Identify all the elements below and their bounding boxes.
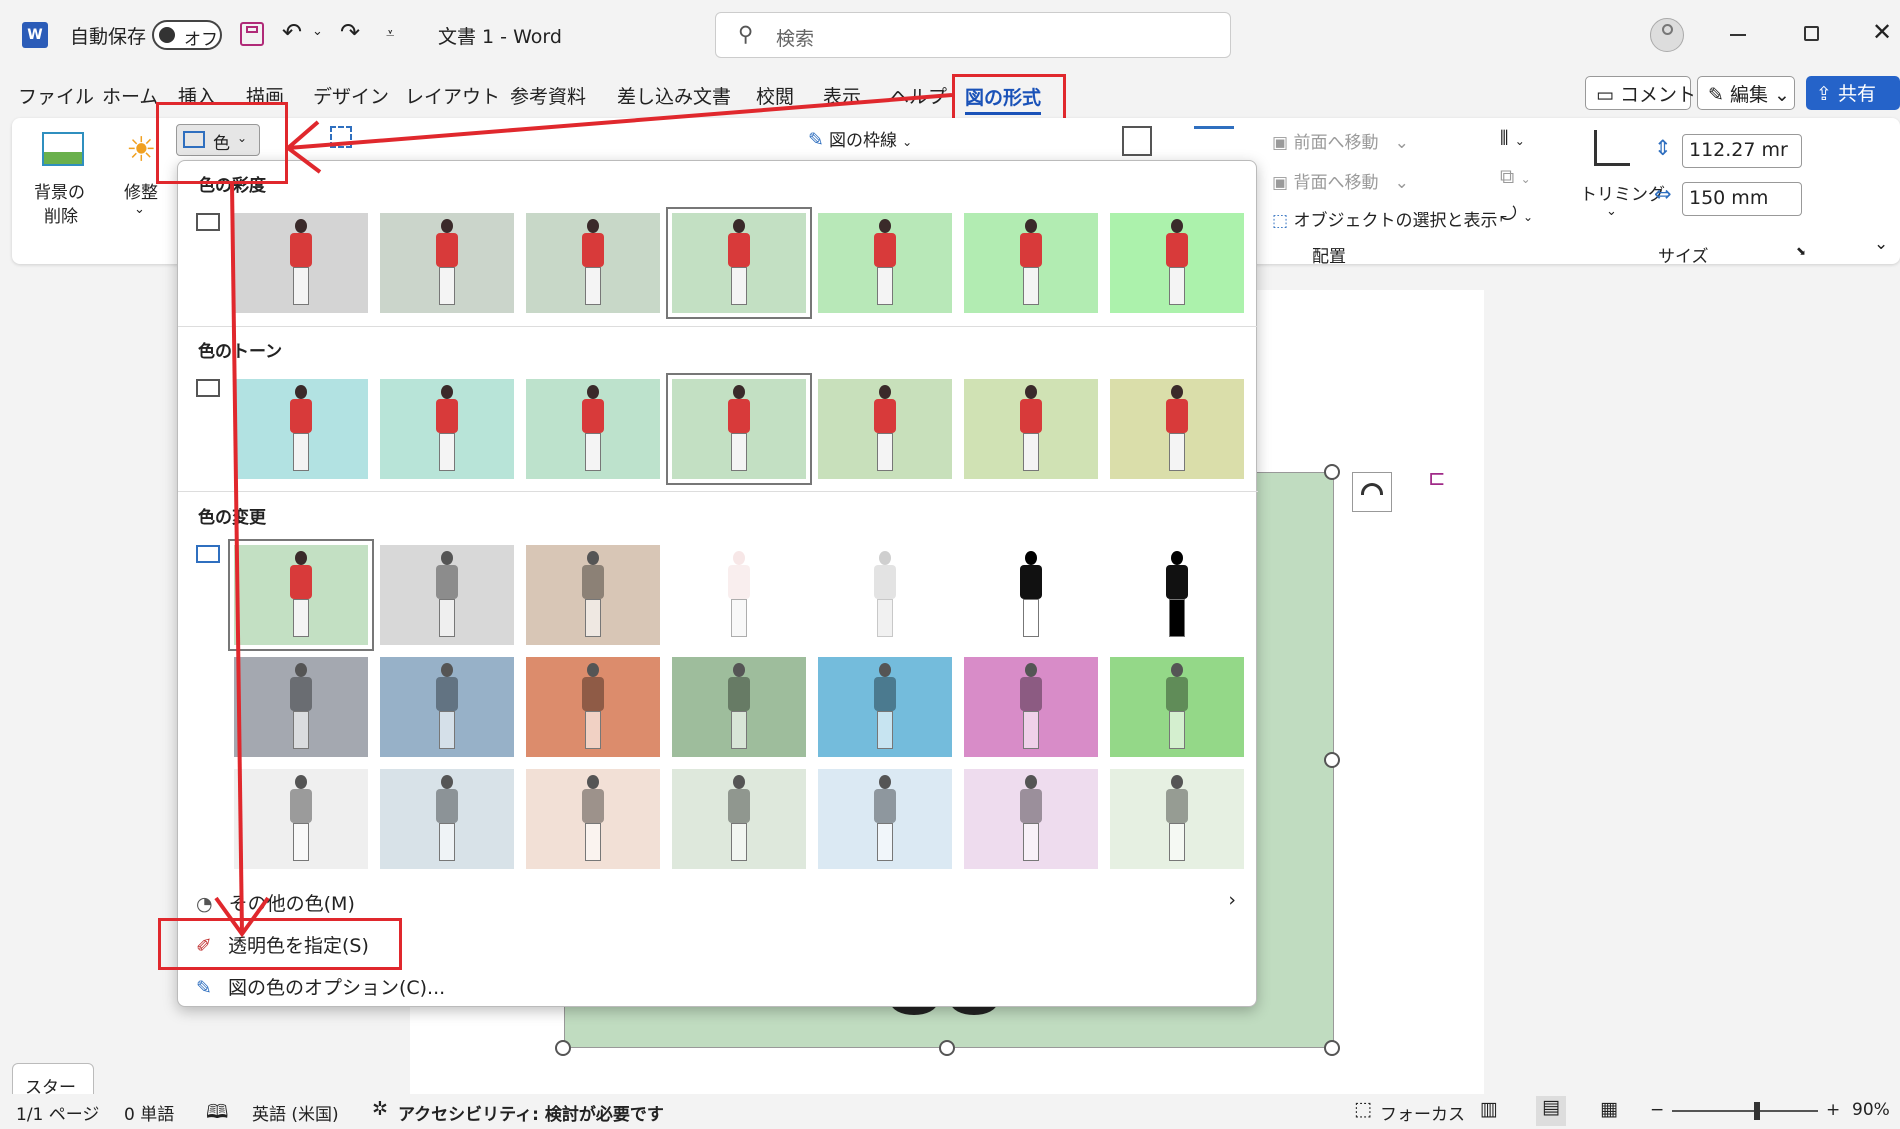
read-mode-icon[interactable]: ▥ xyxy=(1480,1098,1498,1120)
status-bar: 1/1 ページ 0 単語 🕮 英語 (米国) ✲ アクセシビリティ: 検討が必要… xyxy=(0,1094,1900,1129)
print-layout-icon[interactable]: ▤ xyxy=(1536,1096,1566,1126)
annotation-arrow-line xyxy=(287,93,953,150)
word-count[interactable]: 0 単語 xyxy=(124,1100,174,1125)
word-window: W 自動保存 オフ ↶ ⌄ ↷ ⩡ 文書 1 - Word ⚲ 検索 ✕ ファイ… xyxy=(0,0,1900,1129)
page-count[interactable]: 1/1 ページ xyxy=(16,1100,99,1125)
focus-icon: ⬚ xyxy=(1354,1098,1372,1120)
annotation-arrow-line xyxy=(230,183,244,935)
zoom-level[interactable]: 90% xyxy=(1852,1100,1890,1120)
focus-button[interactable]: フォーカス xyxy=(1380,1100,1465,1125)
zoom-slider-thumb[interactable] xyxy=(1753,1102,1760,1120)
zoom-out-icon[interactable]: − xyxy=(1650,1100,1664,1120)
zoom-in-icon[interactable]: + xyxy=(1826,1100,1840,1120)
language[interactable]: 英語 (米国) xyxy=(252,1100,339,1125)
annotation-arrows xyxy=(214,93,953,938)
accessibility-status[interactable]: アクセシビリティ: 検討が必要です xyxy=(398,1100,664,1125)
zoom-slider[interactable] xyxy=(1672,1110,1818,1112)
proofing-icon[interactable]: 🕮 xyxy=(206,1098,228,1129)
web-layout-icon[interactable]: ▦ xyxy=(1600,1098,1618,1120)
accessibility-icon: ✲ xyxy=(372,1098,388,1120)
